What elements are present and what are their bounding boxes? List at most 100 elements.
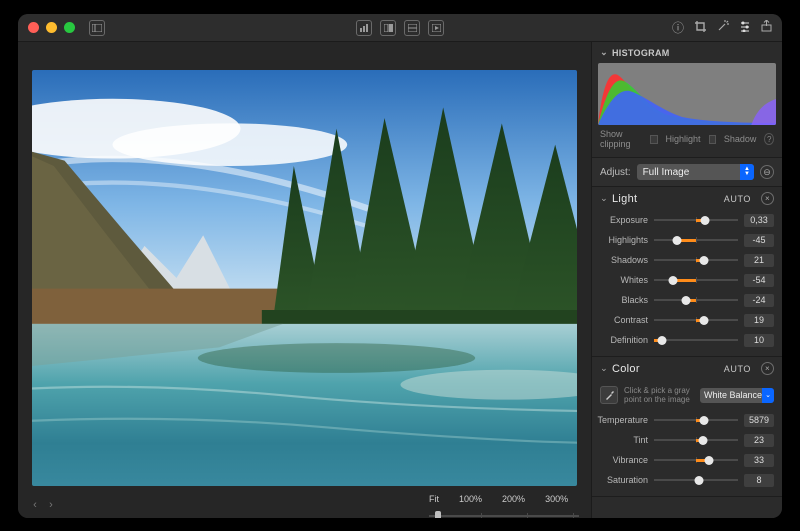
light-contrast-value[interactable]: 19: [744, 314, 774, 327]
select-arrows-icon: ▲▼: [740, 164, 754, 180]
magic-icon[interactable]: [717, 20, 729, 35]
histogram-tool-icon[interactable]: [356, 20, 372, 36]
help-icon[interactable]: ?: [764, 133, 774, 145]
chevron-down-icon: ⌄: [600, 363, 608, 374]
light-whites-slider[interactable]: [654, 273, 738, 287]
color-tint-value[interactable]: 23: [744, 434, 774, 447]
light-highlights-row: Highlights -45: [592, 230, 782, 250]
slider-knob[interactable]: [700, 416, 709, 425]
add-adjustment-button[interactable]: ⊖: [760, 165, 774, 179]
white-balance-row: Click & pick a gray point on the image W…: [592, 380, 782, 410]
slider-knob[interactable]: [701, 216, 710, 225]
compare-tool-icon[interactable]: [380, 20, 396, 36]
light-highlights-label: Highlights: [592, 235, 648, 245]
color-saturation-label: Saturation: [592, 475, 648, 485]
adjust-panel-icon[interactable]: [739, 20, 751, 35]
next-image-button[interactable]: ›: [46, 499, 56, 511]
light-definition-value[interactable]: 10: [744, 334, 774, 347]
color-vibrance-row: Vibrance 33: [592, 450, 782, 470]
highlight-label: Highlight: [666, 134, 701, 144]
slider-knob[interactable]: [699, 316, 708, 325]
color-temperature-slider[interactable]: [654, 413, 738, 427]
slider-knob[interactable]: [681, 296, 690, 305]
canvas-footer: ‹ › Fit 100% 200% 300%: [18, 492, 591, 518]
light-shadows-value[interactable]: 21: [744, 254, 774, 267]
zoom-300-label[interactable]: 300%: [545, 494, 568, 504]
zoom-fit-label[interactable]: Fit: [429, 494, 439, 504]
sidebar-toggle-icon[interactable]: [89, 20, 105, 36]
color-tint-slider[interactable]: [654, 433, 738, 447]
light-header[interactable]: ⌄ Light AUTO ×: [592, 187, 782, 210]
light-definition-slider[interactable]: [654, 333, 738, 347]
highlight-clip-toggle[interactable]: [650, 135, 657, 144]
adjust-scope-select[interactable]: Full Image ▲▼: [637, 164, 754, 180]
select-arrow-icon: ⌄: [762, 388, 774, 403]
light-whites-value[interactable]: -54: [744, 274, 774, 287]
window-controls: [28, 22, 75, 33]
zoom-200-label[interactable]: 200%: [502, 494, 525, 504]
minimize-window-button[interactable]: [46, 22, 57, 33]
color-reset-button[interactable]: ×: [761, 362, 774, 375]
light-exposure-label: Exposure: [592, 215, 648, 225]
color-temperature-value[interactable]: 5879: [744, 414, 774, 427]
slider-knob[interactable]: [698, 436, 707, 445]
light-exposure-value[interactable]: 0,33: [744, 214, 774, 227]
slider-knob[interactable]: [695, 476, 704, 485]
shadow-clip-toggle[interactable]: [709, 135, 716, 144]
color-temperature-row: Temperature 5879: [592, 410, 782, 430]
color-auto-button[interactable]: AUTO: [724, 364, 751, 374]
adjust-scope-row: Adjust: Full Image ▲▼ ⊖: [592, 157, 782, 187]
slider-knob[interactable]: [700, 256, 709, 265]
layers-tool-icon[interactable]: [404, 20, 420, 36]
white-balance-select[interactable]: White Balance ⌄: [700, 388, 774, 403]
white-balance-value: White Balance: [704, 390, 762, 400]
app-window: ⓘ: [18, 14, 782, 518]
titlebar: ⓘ: [18, 14, 782, 42]
color-tint-label: Tint: [592, 435, 648, 445]
light-blacks-slider[interactable]: [654, 293, 738, 307]
slider-knob[interactable]: [669, 276, 678, 285]
color-vibrance-slider[interactable]: [654, 453, 738, 467]
light-contrast-slider[interactable]: [654, 313, 738, 327]
slider-knob[interactable]: [705, 456, 714, 465]
photo-viewport[interactable]: [18, 42, 591, 492]
light-definition-label: Definition: [592, 335, 648, 345]
adjust-scope-value: Full Image: [643, 167, 690, 178]
body: ‹ › Fit 100% 200% 300%: [18, 42, 782, 518]
zoom-slider-knob[interactable]: [435, 511, 441, 519]
light-reset-button[interactable]: ×: [761, 192, 774, 205]
photo: [32, 70, 577, 486]
color-vibrance-value[interactable]: 33: [744, 454, 774, 467]
adjust-panel: ⌄ Histogram Show clipping Highlight Shad…: [591, 42, 782, 518]
light-exposure-slider[interactable]: [654, 213, 738, 227]
preview-tool-icon[interactable]: [428, 20, 444, 36]
crop-icon[interactable]: [694, 20, 707, 36]
zoom-window-button[interactable]: [64, 22, 75, 33]
zoom-slider[interactable]: [429, 515, 579, 517]
color-header[interactable]: ⌄ Color AUTO ×: [592, 357, 782, 380]
prev-image-button[interactable]: ‹: [30, 499, 40, 511]
light-highlights-value[interactable]: -45: [744, 234, 774, 247]
slider-knob[interactable]: [658, 336, 667, 345]
color-saturation-value[interactable]: 8: [744, 474, 774, 487]
light-highlights-slider[interactable]: [654, 233, 738, 247]
slider-knob[interactable]: [672, 236, 681, 245]
light-blacks-value[interactable]: -24: [744, 294, 774, 307]
light-contrast-row: Contrast19: [592, 310, 782, 330]
histogram-header[interactable]: ⌄ Histogram: [592, 42, 782, 63]
share-icon[interactable]: [761, 20, 772, 35]
light-auto-button[interactable]: AUTO: [724, 194, 751, 204]
color-vibrance-label: Vibrance: [592, 455, 648, 465]
color-temperature-label: Temperature: [592, 415, 648, 425]
close-window-button[interactable]: [28, 22, 39, 33]
light-shadows-label: Shadows: [592, 255, 648, 265]
chevron-down-icon: ⌄: [600, 193, 608, 204]
zoom-100-label[interactable]: 100%: [459, 494, 482, 504]
color-saturation-slider[interactable]: [654, 473, 738, 487]
info-icon[interactable]: ⓘ: [672, 19, 684, 36]
light-shadows-slider[interactable]: [654, 253, 738, 267]
eyedropper-button[interactable]: [600, 386, 618, 404]
adjust-label: Adjust:: [600, 167, 631, 178]
light-definition-row: Definition 10: [592, 330, 782, 350]
light-shadows-row: Shadows 21: [592, 250, 782, 270]
